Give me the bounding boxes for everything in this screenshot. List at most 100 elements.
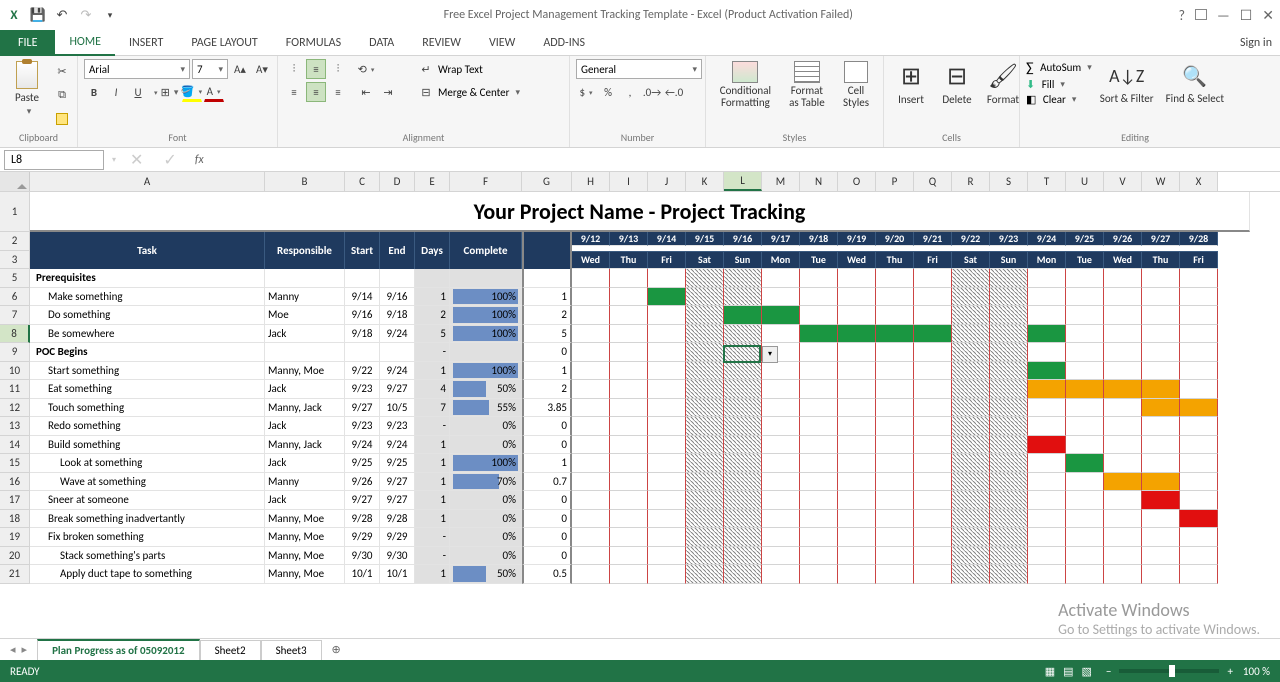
gantt-cell[interactable] <box>990 565 1028 584</box>
gantt-cell[interactable] <box>914 417 952 436</box>
row-header-5[interactable]: 5 <box>0 269 30 288</box>
gantt-cell[interactable] <box>572 288 610 307</box>
task-cell[interactable]: Make something <box>30 288 265 307</box>
complete-cell[interactable]: 100% <box>450 362 522 381</box>
tab-view[interactable]: VIEW <box>475 30 529 56</box>
gantt-cell[interactable] <box>762 510 800 529</box>
responsible-cell[interactable] <box>265 343 345 362</box>
start-cell[interactable]: 9/16 <box>345 306 380 325</box>
gantt-cell[interactable] <box>914 306 952 325</box>
gantt-cell[interactable] <box>724 454 762 473</box>
gantt-cell[interactable] <box>800 510 838 529</box>
responsible-cell[interactable]: Manny, Jack <box>265 436 345 455</box>
days-cell[interactable]: 5 <box>415 325 450 344</box>
task-cell[interactable]: Do something <box>30 306 265 325</box>
paste-button[interactable]: Paste ▾ <box>6 59 48 119</box>
gantt-cell[interactable] <box>952 288 990 307</box>
gantt-cell[interactable] <box>648 380 686 399</box>
gantt-cell[interactable] <box>1142 325 1180 344</box>
gantt-cell[interactable] <box>572 528 610 547</box>
task-cell[interactable]: Apply duct tape to something <box>30 565 265 584</box>
complete-cell[interactable]: 55% <box>450 399 522 418</box>
end-cell[interactable]: 9/29 <box>380 528 415 547</box>
complete-cell[interactable]: 0% <box>450 417 522 436</box>
complete-cell[interactable]: 0% <box>450 510 522 529</box>
responsible-cell[interactable]: Manny <box>265 473 345 492</box>
responsible-cell[interactable]: Manny, Moe <box>265 528 345 547</box>
decrease-font-icon[interactable]: A▾ <box>252 59 272 79</box>
gantt-cell[interactable] <box>610 343 648 362</box>
column-header-V[interactable]: V <box>1104 172 1142 191</box>
row-header-3[interactable]: 3 <box>0 251 30 270</box>
gantt-cell[interactable] <box>1066 343 1104 362</box>
gantt-cell[interactable] <box>1180 491 1218 510</box>
column-header-N[interactable]: N <box>800 172 838 191</box>
gantt-cell[interactable] <box>1104 269 1142 288</box>
gantt-cell[interactable] <box>762 399 800 418</box>
gantt-cell[interactable] <box>762 528 800 547</box>
fx-icon[interactable]: fx <box>187 153 212 167</box>
gantt-cell[interactable] <box>686 288 724 307</box>
gantt-cell[interactable] <box>914 380 952 399</box>
days-cell[interactable]: - <box>415 528 450 547</box>
gantt-cell[interactable] <box>1028 510 1066 529</box>
gantt-cell[interactable] <box>990 473 1028 492</box>
days-cell[interactable]: 4 <box>415 380 450 399</box>
gantt-cell[interactable] <box>1180 454 1218 473</box>
gantt-cell[interactable] <box>1104 380 1142 399</box>
gantt-cell[interactable] <box>952 417 990 436</box>
gantt-cell[interactable] <box>800 399 838 418</box>
gantt-cell[interactable] <box>1180 528 1218 547</box>
task-cell[interactable]: Stack something's parts <box>30 547 265 566</box>
find-select-button[interactable]: 🔍Find & Select <box>1162 59 1228 107</box>
gantt-cell[interactable] <box>1180 306 1218 325</box>
column-header-E[interactable]: E <box>415 172 450 191</box>
gantt-cell[interactable] <box>648 269 686 288</box>
gantt-cell[interactable] <box>952 565 990 584</box>
gantt-cell[interactable] <box>610 399 648 418</box>
gantt-cell[interactable] <box>800 547 838 566</box>
bold-button[interactable]: B <box>84 82 104 102</box>
increase-decimal-icon[interactable]: .0→ <box>642 82 662 102</box>
gantt-cell[interactable] <box>1066 269 1104 288</box>
help-icon[interactable]: ? <box>1179 7 1186 24</box>
gantt-cell[interactable] <box>914 288 952 307</box>
gantt-cell[interactable] <box>610 269 648 288</box>
start-cell[interactable]: 9/30 <box>345 547 380 566</box>
gantt-cell[interactable] <box>648 491 686 510</box>
minimize-icon[interactable]: — <box>1217 7 1230 24</box>
gantt-cell[interactable] <box>610 362 648 381</box>
gantt-cell[interactable] <box>610 454 648 473</box>
end-cell[interactable]: 9/27 <box>380 491 415 510</box>
gantt-cell[interactable] <box>876 565 914 584</box>
align-center-icon[interactable]: ≡ <box>306 82 326 102</box>
gantt-cell[interactable] <box>876 454 914 473</box>
task-cell[interactable]: Fix broken something <box>30 528 265 547</box>
gantt-cell[interactable] <box>686 436 724 455</box>
row-header-10[interactable]: 10 <box>0 362 30 381</box>
gantt-cell[interactable] <box>1028 269 1066 288</box>
fill-color-button[interactable]: 🪣▾ <box>182 82 202 102</box>
gantt-cell[interactable] <box>876 343 914 362</box>
task-cell[interactable]: Build something <box>30 436 265 455</box>
gantt-cell[interactable] <box>762 473 800 492</box>
gantt-cell[interactable] <box>572 565 610 584</box>
complete-cell[interactable]: 100% <box>450 325 522 344</box>
wrap-text-button[interactable]: ↵Wrap Text <box>416 59 520 79</box>
gantt-cell[interactable] <box>1066 473 1104 492</box>
gantt-cell[interactable] <box>800 491 838 510</box>
gantt-cell[interactable] <box>1028 547 1066 566</box>
gantt-cell[interactable] <box>1066 565 1104 584</box>
tab-home[interactable]: HOME <box>55 30 115 56</box>
row-header-9[interactable]: 9 <box>0 343 30 362</box>
gantt-cell[interactable] <box>876 399 914 418</box>
task-cell[interactable]: Prerequisites <box>30 269 265 288</box>
gantt-cell[interactable] <box>952 399 990 418</box>
column-header-X[interactable]: X <box>1180 172 1218 191</box>
gantt-cell[interactable] <box>1104 399 1142 418</box>
conditional-formatting-button[interactable]: Conditional Formatting <box>712 59 779 111</box>
gantt-cell[interactable] <box>1104 343 1142 362</box>
view-page-break-icon[interactable]: ▧ <box>1082 665 1092 678</box>
start-cell[interactable]: 9/23 <box>345 417 380 436</box>
gantt-cell[interactable] <box>800 473 838 492</box>
